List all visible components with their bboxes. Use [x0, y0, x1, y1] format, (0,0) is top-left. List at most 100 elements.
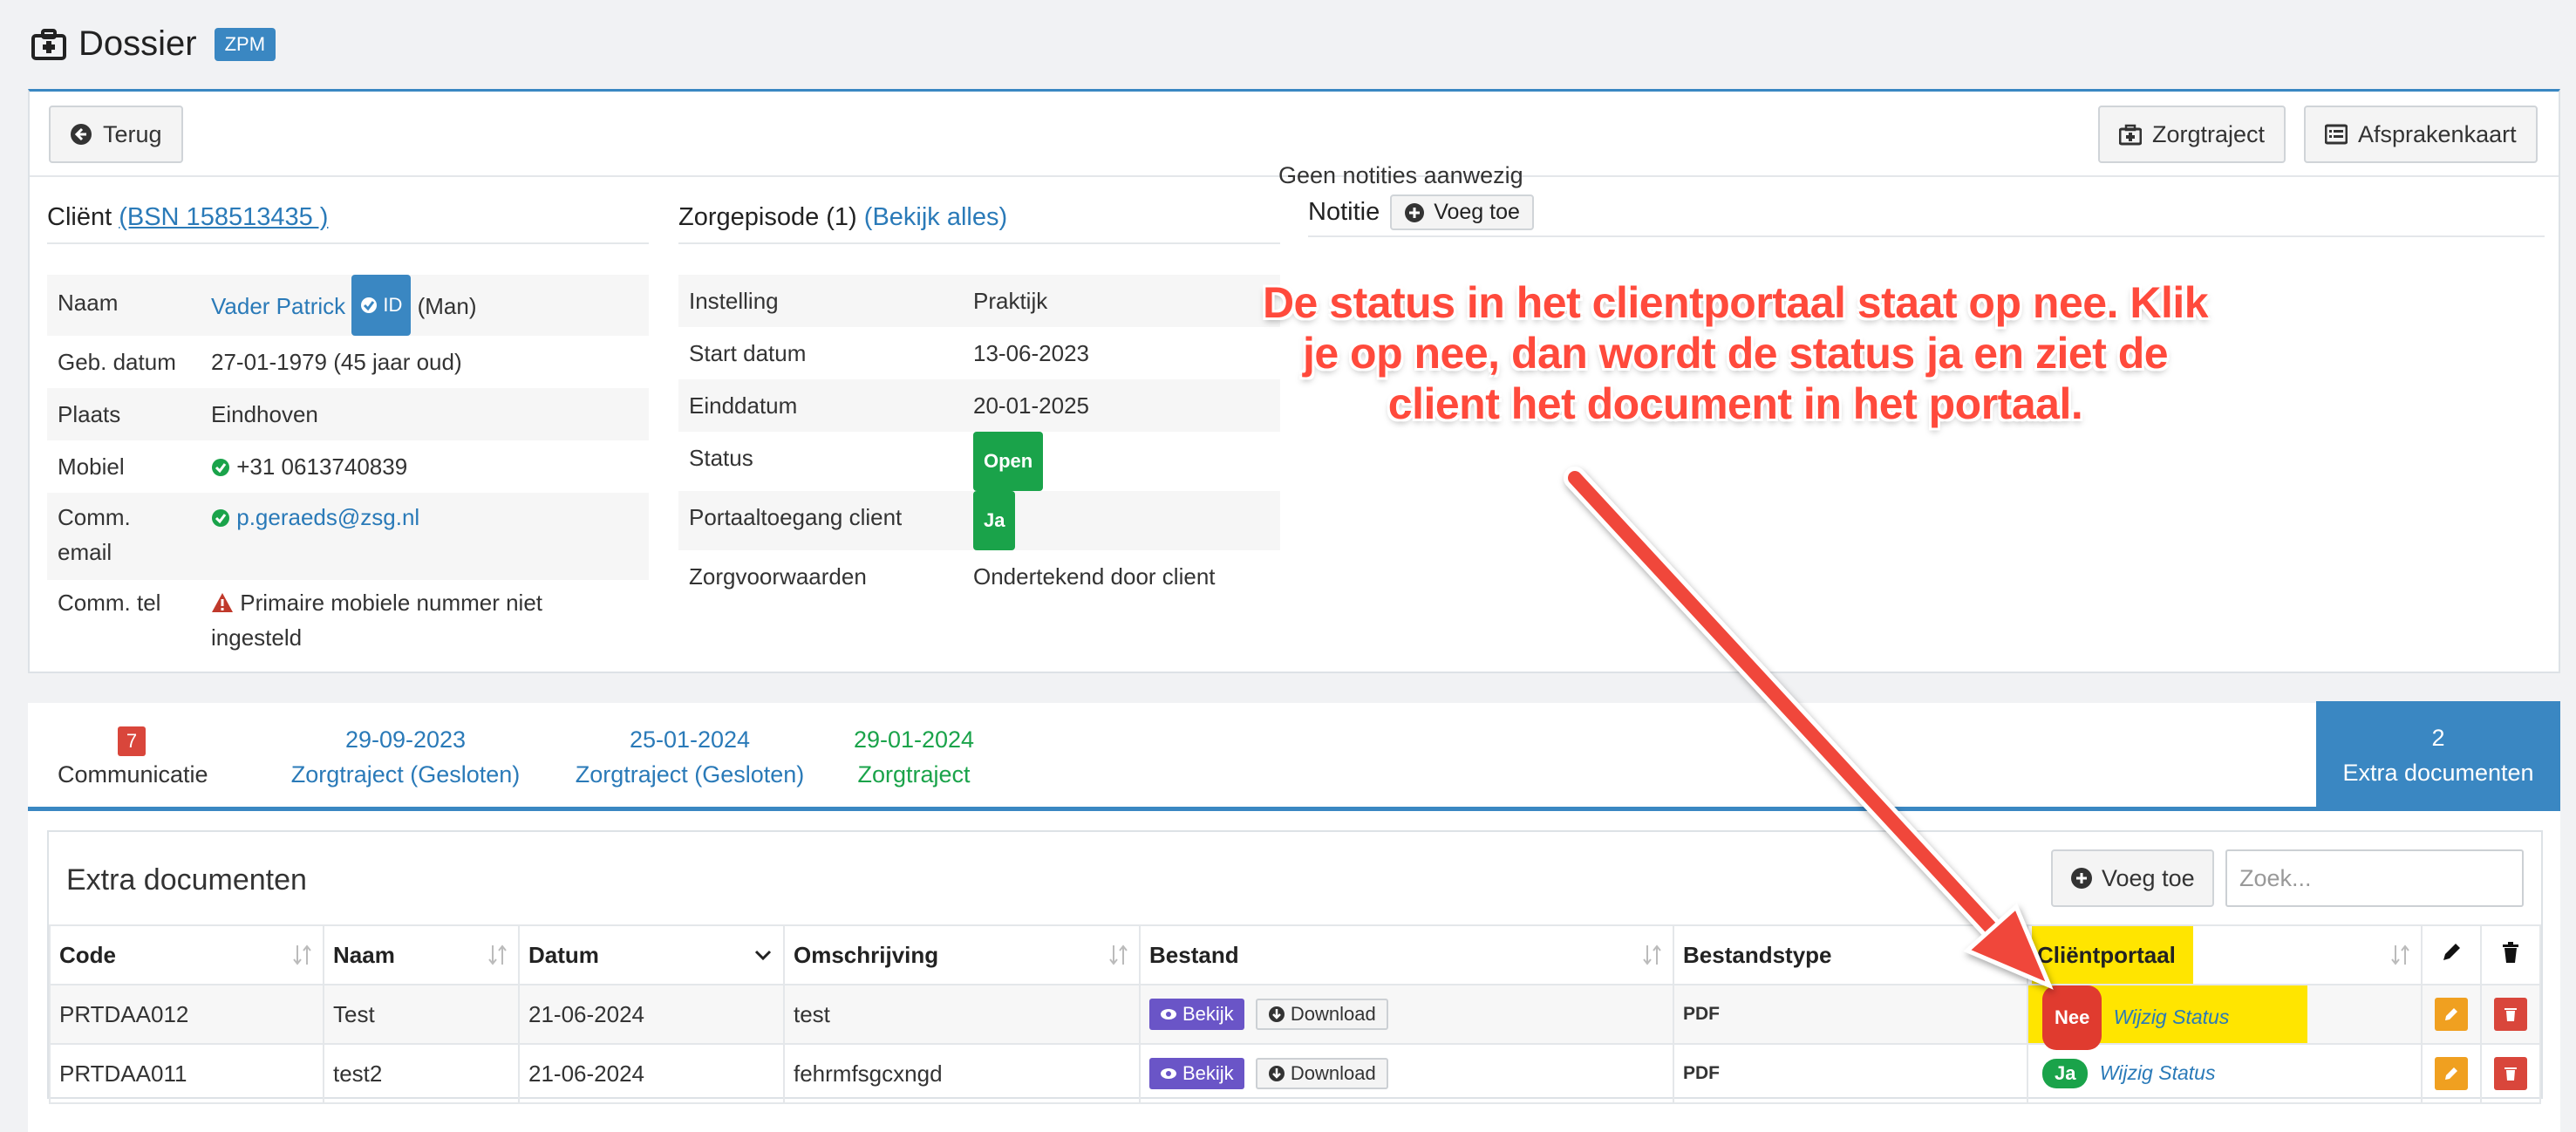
status-label: Status	[689, 445, 753, 471]
tab-zorgtraject-2[interactable]: 25-01-2024 Zorgtraject (Gesloten)	[546, 722, 834, 792]
row-naam: Test	[323, 984, 520, 1045]
tab-z1-date: 29-09-2023	[344, 726, 467, 753]
delete-button[interactable]	[2494, 998, 2527, 1031]
row-edit	[2421, 1043, 2482, 1104]
col-clientportaal-label: Cliëntportaal	[2032, 926, 2193, 984]
col-bestand[interactable]: Bestand	[1139, 924, 1674, 985]
zorgepisode-section-title: Zorgepisode (1) (Bekijk alles)	[678, 203, 1280, 244]
col-naam[interactable]: Naam	[323, 924, 520, 985]
sort-icon	[1109, 944, 1128, 965]
page-header: Dossier ZPM	[31, 24, 276, 64]
col-bestandstype-label: Bestandstype	[1683, 941, 1832, 968]
download-icon	[1268, 1006, 1285, 1022]
col-code[interactable]: Code	[49, 924, 324, 985]
wijzig-status-link[interactable]: Wijzig Status	[2114, 1006, 2230, 1028]
back-button-label: Terug	[103, 120, 162, 147]
plus-circle-icon	[2071, 868, 2092, 889]
back-button[interactable]: Terug	[49, 106, 183, 163]
client-name-link[interactable]: Vader Patrick	[211, 293, 345, 319]
notitie-section-title: Notitie Voeg toe	[1308, 194, 2545, 237]
check-circle-icon	[211, 504, 230, 530]
download-button[interactable]: Download	[1255, 1058, 1388, 1089]
email-link[interactable]: p.geraeds@zsg.nl	[236, 504, 419, 530]
row-type: PDF	[1673, 984, 2028, 1045]
bekijk-alles-link[interactable]: (Bekijk alles)	[864, 203, 1007, 231]
delete-button[interactable]	[2494, 1057, 2527, 1090]
bekijk-button[interactable]: Bekijk	[1149, 999, 1244, 1030]
add-note-label: Voeg toe	[1434, 200, 1520, 224]
client-section-title: Cliënt (BSN 158513435 )	[47, 203, 649, 244]
tab-z3-date: 29-01-2024	[853, 726, 975, 753]
row-delete	[2480, 984, 2541, 1045]
plaats-label: Plaats	[47, 388, 201, 440]
search-input[interactable]	[2225, 849, 2524, 907]
tab-zorgtraject-1[interactable]: 29-09-2023 Zorgtraject (Gesloten)	[262, 722, 549, 792]
col-omschrijving-label: Omschrijving	[794, 941, 939, 968]
pencil-icon	[2445, 1067, 2457, 1080]
instelling-value: Praktijk	[963, 275, 1280, 327]
col-omschrijving[interactable]: Omschrijving	[783, 924, 1141, 985]
pencil-icon	[2445, 1008, 2457, 1020]
chevron-down-icon	[754, 950, 772, 961]
row-omschrijving: test	[783, 984, 1141, 1045]
bekijk-button[interactable]: Bekijk	[1149, 1058, 1244, 1089]
plaats-value: Eindhoven	[201, 388, 649, 440]
row-portaal: Nee Wijzig Status	[2027, 984, 2423, 1050]
col-bestandstype[interactable]: Bestandstype	[1673, 924, 2028, 985]
add-note-button[interactable]: Voeg toe	[1390, 194, 1534, 230]
id-badge[interactable]: ID	[351, 275, 412, 336]
zorgtraject-button-label: Zorgtraject	[2152, 120, 2266, 147]
pencil-icon	[2443, 943, 2460, 960]
col-delete	[2480, 924, 2541, 985]
docs-panel: Extra documenten Voeg toe Code Naam Datu…	[47, 830, 2543, 1104]
warning-icon	[211, 590, 234, 616]
zpm-badge: ZPM	[214, 27, 276, 61]
col-datum[interactable]: Datum	[518, 924, 785, 985]
bsn-link[interactable]: (BSN 158513435 )	[119, 203, 328, 231]
col-edit	[2421, 924, 2482, 985]
portaal-status-pill[interactable]: Ja	[2042, 1059, 2089, 1088]
portaal-status-pill[interactable]: Nee	[2042, 985, 2102, 1050]
mobiel-label: Mobiel	[58, 453, 125, 480]
row-portaal: Ja Wijzig Status	[2027, 1043, 2423, 1104]
tab-communicatie[interactable]: 7 Communicatie	[58, 722, 208, 792]
afsprakenkaart-button[interactable]: Afsprakenkaart	[2304, 106, 2538, 163]
edit-button[interactable]	[2435, 1057, 2468, 1090]
row-type: PDF	[1673, 1043, 2028, 1104]
arrow-left-circle-icon	[71, 124, 92, 145]
mobiel-value: +31 0613740839	[236, 453, 408, 480]
eind-label: Einddatum	[678, 379, 963, 432]
empty-notes-text: Geen notities aanwezig	[1278, 162, 1523, 188]
page-title: Dossier	[78, 24, 197, 63]
tab-extra-documenten[interactable]: 2 Extra documenten	[2316, 701, 2560, 811]
wijzig-status-link[interactable]: Wijzig Status	[2100, 1061, 2216, 1084]
tel-value: Primaire mobiele nummer niet ingesteld	[211, 590, 543, 651]
tel-label: Comm. tel	[47, 580, 201, 658]
row-bestand: Bekijk Download	[1139, 1043, 1674, 1104]
voorw-value: Ondertekend door client	[973, 563, 1216, 590]
medkit-icon	[31, 27, 66, 62]
sort-icon	[1643, 944, 1661, 965]
communicatie-count-badge: 7	[117, 726, 147, 756]
tab-zorgtraject-3[interactable]: 29-01-2024 Zorgtraject	[801, 722, 1027, 792]
list-alt-icon	[2325, 124, 2348, 145]
download-button[interactable]: Download	[1255, 999, 1388, 1030]
bekijk-label: Bekijk	[1182, 1003, 1234, 1025]
tab-extra-count: 2	[2431, 725, 2445, 751]
documents-table: Code Naam Datum Omschrijving Bestand Bes…	[49, 924, 2541, 1104]
annotation-text: De status in het clientportaal staat op …	[1262, 278, 2209, 428]
plus-circle-icon	[1405, 202, 1425, 222]
edit-button[interactable]	[2435, 998, 2468, 1031]
trash-icon	[2504, 1008, 2517, 1021]
eind-value: 20-01-2025	[963, 379, 1280, 432]
eye-icon	[1161, 1009, 1176, 1019]
eye-icon	[1161, 1068, 1176, 1079]
email-label: Comm. email	[47, 493, 201, 580]
row-code: PRTDAA012	[49, 984, 324, 1045]
tab-z2-label: Zorgtraject (Gesloten)	[575, 761, 805, 788]
naam-label: Naam	[47, 275, 201, 336]
col-clientportaal[interactable]: Cliëntportaal	[2027, 924, 2423, 985]
add-document-button[interactable]: Voeg toe	[2051, 849, 2214, 907]
zorgtraject-button[interactable]: Zorgtraject	[2098, 106, 2286, 163]
instelling-label: Instelling	[678, 275, 963, 327]
